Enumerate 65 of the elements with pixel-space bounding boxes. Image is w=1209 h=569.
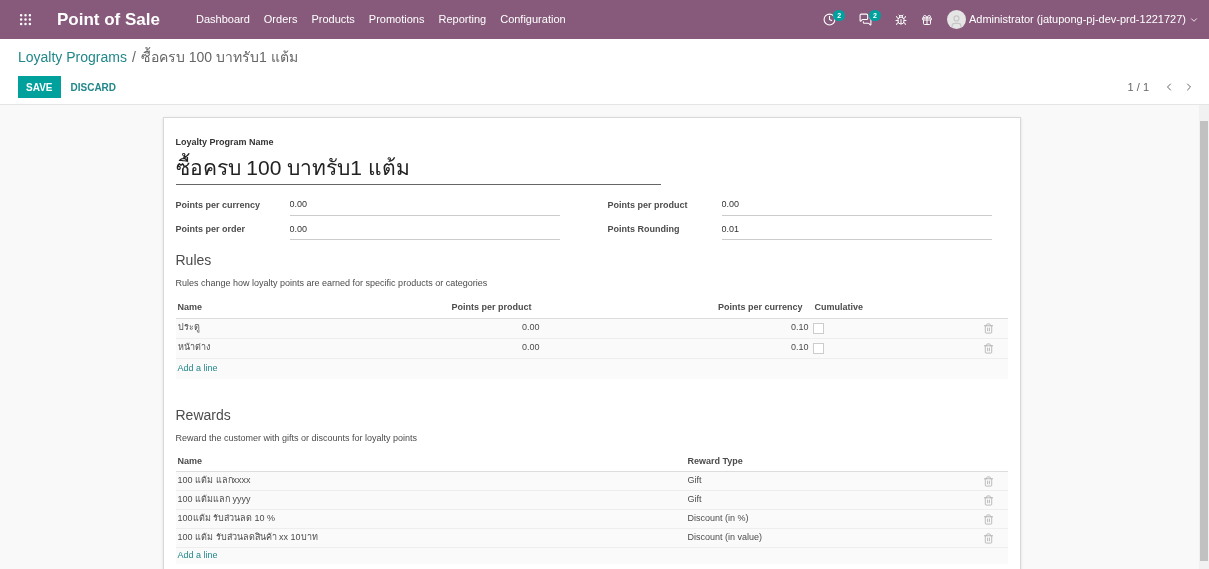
- field-label: Points per order: [175, 223, 246, 236]
- table-cell-text: ประตู: [176, 321, 201, 335]
- field-label: Loyalty Program Name: [175, 136, 275, 149]
- field-label: Points per product: [607, 198, 689, 212]
- menu-item[interactable]: Dashboard: [195, 11, 250, 28]
- trash-icon[interactable]: [982, 532, 994, 544]
- column-header[interactable]: Cumulative: [814, 301, 863, 315]
- table-cell-text: หน้าต่าง: [176, 341, 211, 355]
- user-name[interactable]: Administrator (jatupong-pj-dev-prd-1221727): [968, 11, 1186, 28]
- table-cell-text: 100 แต้ม รับส่วนลดสินค้า xx 10บาท: [176, 531, 319, 545]
- column-header[interactable]: Name: [175, 301, 376, 315]
- gift-icon[interactable]: [920, 13, 933, 26]
- add-line-link[interactable]: Add a line: [175, 549, 218, 563]
- checkbox[interactable]: [812, 322, 824, 334]
- field-label: Points Rounding: [607, 223, 681, 236]
- number-field[interactable]: 0.00: [289, 195, 560, 216]
- column-header[interactable]: Points per currency: [531, 301, 803, 315]
- messages-icon[interactable]: [859, 13, 873, 26]
- section-description: Rules change how loyalty points are earned for specific products or categories: [175, 277, 489, 290]
- number-field[interactable]: 0.00: [289, 219, 560, 240]
- table-cell-text: 100 แต้ม แลกxxxx: [176, 474, 252, 488]
- column-header[interactable]: Points per product: [375, 301, 532, 315]
- field-label: Points per currency: [175, 198, 262, 212]
- scrollbar[interactable]: [1199, 105, 1209, 569]
- table-cell-text: 100แต้ม รับส่วนลด 10 %: [176, 512, 277, 526]
- section-title: Rewards: [175, 405, 232, 425]
- table-cell-text: 0.00: [520, 341, 540, 355]
- table-cell-text: 0.10: [789, 321, 809, 335]
- menu-item[interactable]: Orders: [263, 11, 298, 28]
- trash-icon[interactable]: [982, 513, 994, 525]
- column-header[interactable]: Name: [175, 455, 688, 469]
- table-cell-text: 0.10: [789, 341, 809, 355]
- trash-icon[interactable]: [982, 475, 994, 487]
- apps-menu-icon[interactable]: [18, 12, 33, 27]
- number-field[interactable]: 0.00: [721, 195, 992, 216]
- menu-item[interactable]: Reporting: [438, 11, 487, 28]
- number-field[interactable]: 0.01: [721, 219, 992, 240]
- app-title[interactable]: Point of Sale: [57, 6, 160, 33]
- discard-button[interactable]: DISCARD: [60, 76, 127, 98]
- table-cell: Discount (in value): [687, 531, 763, 545]
- breadcrumb-current: ซื้อครบ 100 บาทรับ1 แต้ม: [140, 49, 298, 65]
- checkbox[interactable]: [812, 342, 824, 354]
- table-cell: Discount (in %): [687, 512, 749, 526]
- activity-icon[interactable]: [823, 13, 837, 26]
- table-cell: Gift: [687, 493, 702, 507]
- add-line-link[interactable]: Add a line: [175, 361, 218, 376]
- trash-icon[interactable]: [982, 342, 994, 354]
- section-title: Rules: [175, 251, 213, 270]
- section-description: Reward the customer with gifts or discounts for loyalty points: [175, 431, 419, 445]
- menu-item[interactable]: Configuration: [500, 11, 566, 28]
- table-cell-text: 0.00: [520, 321, 540, 335]
- pager-counter: 1 / 1: [1127, 79, 1149, 95]
- menu-item[interactable]: Promotions: [368, 11, 425, 28]
- trash-icon[interactable]: [982, 322, 994, 334]
- trash-icon[interactable]: [982, 494, 994, 506]
- program-name-field[interactable]: ซื้อครบ 100 บาทรับ1 แต้ม: [175, 150, 661, 185]
- save-button[interactable]: SAVE: [18, 76, 61, 98]
- avatar-icon[interactable]: [946, 10, 966, 29]
- column-header[interactable]: Reward Type: [687, 455, 743, 469]
- breadcrumb-link[interactable]: Loyalty Programs: [18, 49, 127, 65]
- breadcrumb-separator: /: [131, 49, 136, 65]
- table-cell-text: 100 แต้มแลก yyyy: [176, 493, 252, 507]
- menu-item[interactable]: Products: [311, 11, 355, 28]
- table-cell: Gift: [687, 474, 702, 488]
- bug-icon[interactable]: [894, 13, 907, 26]
